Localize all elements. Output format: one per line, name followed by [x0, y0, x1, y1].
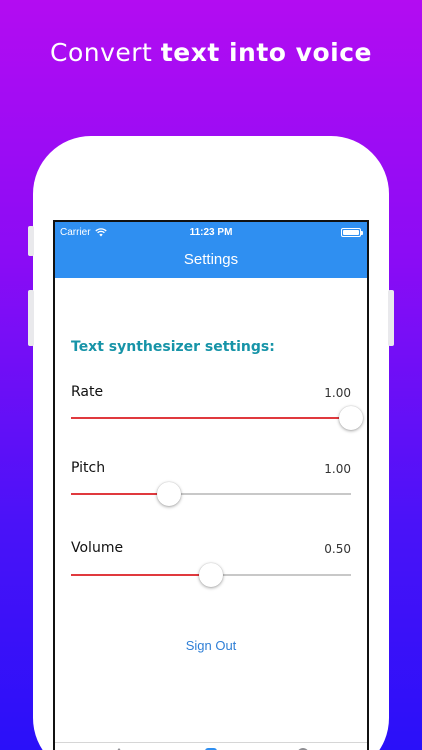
promo-headline: Convert text into voice — [0, 38, 422, 67]
sign-out-button[interactable]: Sign Out — [55, 638, 367, 653]
phone-power-button — [388, 290, 394, 346]
page-title: Settings — [183, 251, 239, 268]
section-title: Text synthesizer settings: — [71, 339, 275, 355]
slider-thumb[interactable] — [339, 406, 363, 430]
slider-fill — [71, 493, 169, 495]
rate-slider[interactable] — [71, 405, 363, 431]
slider-fill — [71, 574, 211, 576]
rate-label: Rate — [71, 384, 104, 400]
volume-label: Volume — [71, 540, 124, 556]
volume-value: 0.50 — [324, 542, 351, 556]
phone-volume-button — [28, 290, 34, 346]
rate-value: 1.00 — [324, 386, 351, 400]
headline-light: Convert — [49, 38, 153, 67]
phone-mute-switch — [28, 226, 34, 256]
status-time: 11:23 PM — [189, 227, 233, 238]
pitch-slider[interactable] — [71, 481, 351, 507]
tab-bar — [55, 742, 367, 750]
slider-thumb[interactable] — [157, 482, 181, 506]
app-screen: Carrier 11:23 PM Settings Text synthesiz… — [53, 220, 369, 750]
volume-slider[interactable] — [71, 562, 351, 588]
battery-icon — [341, 228, 363, 237]
slider-fill — [71, 417, 351, 419]
slider-thumb[interactable] — [199, 563, 223, 587]
navigation-bar: Carrier 11:23 PM Settings — [55, 222, 367, 278]
pitch-label: Pitch — [71, 460, 106, 476]
headline-bold: text into voice — [160, 38, 372, 67]
pitch-value: 1.00 — [324, 462, 351, 476]
